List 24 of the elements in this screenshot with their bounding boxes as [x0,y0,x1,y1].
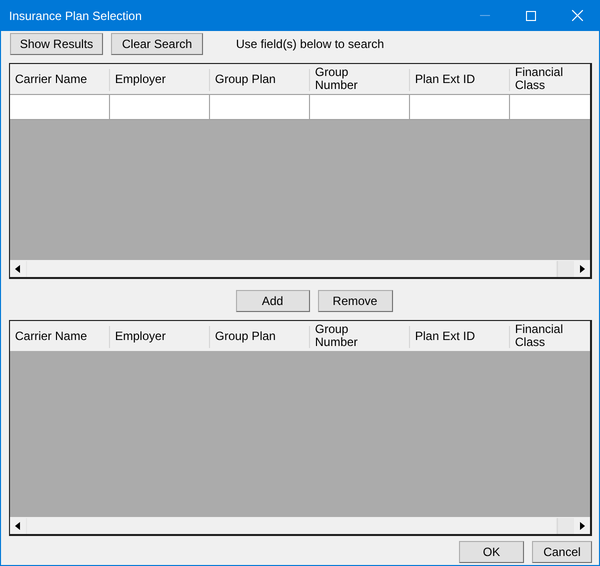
column-header[interactable]: Plan Ext ID [415,330,476,342]
window-title: Insurance Plan Selection [8,8,143,22]
maximize-icon[interactable] [526,10,536,20]
remove-button[interactable]: Remove [318,290,392,312]
column-header[interactable]: Group Number [315,323,391,349]
column-header[interactable]: Employer [115,330,166,342]
ok-button[interactable]: OK [459,541,524,563]
close-icon[interactable] [572,10,582,21]
column-header[interactable]: Plan Ext ID [415,72,476,86]
column-header[interactable]: Financial Class [515,323,590,349]
column-header[interactable]: Group Plan [215,72,276,86]
scroll-thumb[interactable] [557,261,574,277]
column-header[interactable]: Carrier Name [15,330,88,342]
column-header[interactable]: Group Plan [215,330,276,342]
search-hint: Use field(s) below to search [236,37,384,51]
column-header[interactable]: Group Number [315,66,391,92]
scroll-thumb[interactable] [557,518,574,534]
clear-search-button[interactable]: Clear Search [111,33,203,55]
add-button[interactable]: Add [236,290,310,312]
column-header[interactable]: Employer [115,72,166,86]
cancel-button[interactable]: Cancel [532,541,592,563]
column-header[interactable]: Carrier Name [15,72,88,86]
column-header[interactable]: Financial Class [515,66,590,92]
show-results-button[interactable]: Show Results [10,33,103,55]
